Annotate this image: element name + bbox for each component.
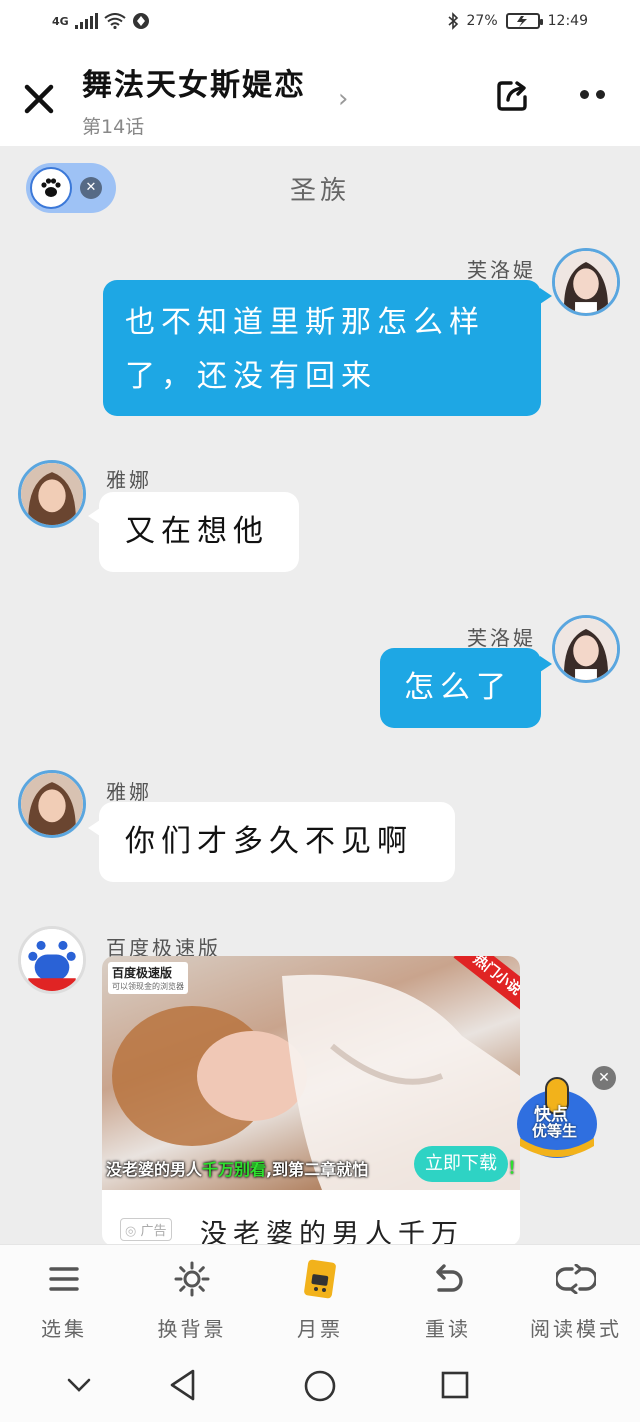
speaker-name: 芙洛媞 <box>467 626 536 650</box>
message-bubble: 你们才多久不见啊 <box>99 802 455 882</box>
signal-icon <box>74 13 98 29</box>
wifi-icon <box>104 13 126 29</box>
home-icon[interactable] <box>303 1369 337 1403</box>
message-bubble: 又在想他 <box>99 492 299 572</box>
battery-icon <box>505 13 543 29</box>
bottom-toolbar: 选集 换背景 月票 重读 阅读模式 <box>0 1244 640 1352</box>
avatar-fuluoti[interactable] <box>552 248 620 316</box>
chevron-right-icon[interactable]: › <box>338 84 348 114</box>
toolbar-item-background[interactable]: 换背景 <box>128 1259 256 1342</box>
message-line: 也不知道里斯那怎么样 <box>125 305 485 340</box>
status-bar: 4G 27% 12:49 <box>0 0 640 44</box>
speaker-name: 雅娜 <box>106 468 152 492</box>
recents-icon[interactable] <box>440 1370 470 1400</box>
message-bubble: 也不知道里斯那怎么样 了，还没有回来 <box>103 280 541 416</box>
toolbar-label: 选集 <box>41 1317 87 1341</box>
clock: 12:49 <box>547 13 588 29</box>
story-title[interactable]: 舞法天女斯媞恋 <box>82 60 306 104</box>
message-bubble: 怎么了 <box>380 648 541 728</box>
chapter-label: 圣族 <box>289 176 350 206</box>
toolbar-label: 换背景 <box>157 1317 227 1341</box>
promo-line2: 优等生 <box>532 1122 578 1140</box>
back-icon[interactable] <box>168 1368 198 1402</box>
ad-caption: 没老婆的男人千万别看,到第二章就怕 <box>106 1160 369 1179</box>
toolbar-label: 重读 <box>425 1317 471 1341</box>
toolbar-item-episodes[interactable]: 选集 <box>0 1259 128 1342</box>
toolbar-label: 月票 <box>297 1317 343 1341</box>
promo-close-icon[interactable]: ✕ <box>592 1066 616 1090</box>
vpn-icon <box>132 13 149 29</box>
ad-title[interactable]: 没老婆的男人千万 <box>200 1212 464 1246</box>
toolbar-item-read-mode[interactable]: 阅读模式 <box>512 1259 640 1342</box>
close-icon[interactable] <box>22 82 56 116</box>
toolbar-item-reread[interactable]: 重读 <box>384 1259 512 1342</box>
avatar-fuluoti[interactable] <box>552 615 620 683</box>
floating-promo[interactable]: 快点 优等生 <box>516 1074 598 1160</box>
network-type: 4G <box>52 14 69 28</box>
toolbar-label: 阅读模式 <box>530 1317 622 1341</box>
avatar-yana[interactable] <box>18 460 86 528</box>
ad-card[interactable]: 百度极速版 可以领现金的浏览器 热门小说 没老婆的男人千万别看,到第二章就怕 立即… <box>102 956 520 1246</box>
ad-tag: ◎ 广告 <box>120 1218 172 1241</box>
chevron-down-icon[interactable] <box>66 1376 92 1394</box>
sun-icon <box>128 1259 256 1299</box>
speaker-name: 雅娜 <box>106 780 152 804</box>
ticket-icon <box>256 1259 384 1299</box>
download-button[interactable]: 立即下载 <box>414 1146 508 1182</box>
avatar-yana[interactable] <box>18 770 86 838</box>
baidu-avatar[interactable] <box>18 926 86 994</box>
battery-percent: 27% <box>466 13 498 29</box>
system-nav-bar <box>0 1352 640 1422</box>
bubble-tail <box>540 656 552 672</box>
speaker-name: 芙洛媞 <box>467 258 536 282</box>
toolbar-item-ticket[interactable]: 月票 <box>256 1259 384 1342</box>
menu-icon <box>0 1259 128 1299</box>
message-line: 了，还没有回来 <box>125 359 377 394</box>
episode-label: 第14话 <box>82 116 145 138</box>
loop-icon <box>512 1259 640 1299</box>
ad-image[interactable]: 百度极速版 可以领现金的浏览器 热门小说 没老婆的男人千万别看,到第二章就怕 立即… <box>102 956 520 1190</box>
more-icon[interactable] <box>580 90 605 99</box>
ad-logo: 百度极速版 可以领现金的浏览器 <box>108 962 188 994</box>
reader-header: 舞法天女斯媞恋 › 第14话 <box>0 44 640 146</box>
undo-icon <box>384 1259 512 1299</box>
bluetooth-icon <box>447 12 458 30</box>
share-icon[interactable] <box>494 78 530 114</box>
bubble-tail <box>540 288 552 304</box>
